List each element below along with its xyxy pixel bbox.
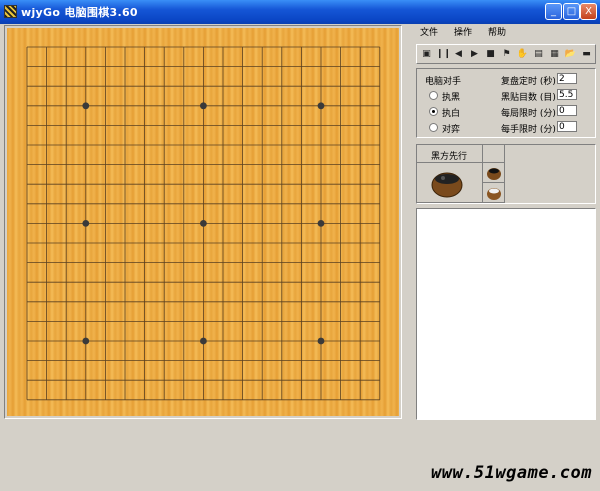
replay-timer-field[interactable]: 2 (557, 73, 577, 84)
black-bowl-small-cell (483, 163, 505, 183)
star-point (200, 220, 207, 227)
status-header-cell (483, 145, 505, 163)
star-point (82, 220, 90, 227)
window-title: wjyGo 电脑围棋3.60 (21, 6, 138, 19)
settings-panel: 电脑对手 执黑 执白 对弈 复盘定时 (秒) 2 黑贴目数 (目) 5.5 每局… (416, 68, 596, 138)
title-bar[interactable]: wjyGo 电脑围棋3.60 _ □ X (0, 0, 600, 24)
save-icon[interactable]: ▬ (580, 47, 593, 61)
computer-opponent-label: 电脑对手 (425, 77, 462, 87)
maximize-button[interactable]: □ (563, 3, 580, 20)
control-panel: 文件 操作 帮助 ▣ ❙❙ ◀ ▶ ■ ⚑ ✋ ▤ ▦ 📂 ▬ 电脑对手 执黑 … (412, 24, 598, 420)
star-point (317, 102, 325, 110)
flag-icon[interactable]: ⚑ (500, 47, 513, 61)
menu-file[interactable]: 文件 (420, 25, 438, 38)
new-game-icon[interactable]: ▣ (420, 47, 433, 61)
game-time-limit-field[interactable]: 0 (557, 105, 577, 116)
menu-operate[interactable]: 操作 (454, 25, 472, 38)
replay-timer-label: 复盘定时 (秒) (501, 77, 556, 87)
black-bowl-cell (417, 163, 483, 203)
toolbar: ▣ ❙❙ ◀ ▶ ■ ⚑ ✋ ▤ ▦ 📂 ▬ (416, 44, 596, 64)
star-point (82, 337, 90, 345)
star-point (317, 220, 325, 227)
star-point (82, 102, 90, 110)
app-window: wjyGo 电脑围棋3.60 _ □ X 文件 操作 帮助 ▣ ❙❙ ◀ ▶ ■… (0, 0, 600, 491)
open-icon[interactable]: 📂 (564, 47, 577, 61)
move-time-limit-label: 每手限时 (分) (501, 125, 556, 135)
go-board[interactable] (7, 28, 399, 416)
radio-play-black-label: 执黑 (442, 93, 461, 103)
stop-icon[interactable]: ■ (484, 47, 497, 61)
komi-field[interactable]: 5.5 (557, 89, 577, 100)
white-bowl-small-cell (483, 183, 505, 203)
radio-play-white-label: 执白 (442, 109, 461, 119)
menu-bar: 文件 操作 帮助 (412, 24, 598, 38)
first-move-label: 黑方先行 (431, 152, 468, 162)
status-area: www.51wgame.com (0, 421, 600, 491)
app-logo-icon (4, 5, 17, 18)
star-point (200, 337, 207, 345)
black-bowl-small-icon (487, 168, 501, 180)
radio-versus[interactable] (429, 123, 438, 132)
radio-play-black[interactable] (429, 91, 438, 100)
minimize-button[interactable]: _ (545, 3, 562, 20)
play-icon[interactable]: ▶ (468, 47, 481, 61)
back-icon[interactable]: ◀ (452, 47, 465, 61)
close-button[interactable]: X (580, 3, 597, 20)
first-move-cell: 黑方先行 (417, 145, 483, 163)
stone-bowl-icon (431, 172, 463, 198)
folder-icon[interactable]: ▦ (548, 47, 561, 61)
watermark: www.51wgame.com (430, 463, 592, 483)
pause-icon[interactable]: ❙❙ (436, 47, 451, 61)
go-board-frame (4, 25, 402, 419)
game-time-limit-label: 每局限时 (分) (501, 109, 556, 119)
board-grid[interactable] (7, 28, 399, 416)
radio-play-white[interactable] (429, 107, 438, 116)
hint-icon[interactable]: ✋ (516, 47, 529, 61)
radio-versus-label: 对弈 (442, 125, 461, 135)
move-time-limit-field[interactable]: 0 (557, 121, 577, 132)
star-point (200, 102, 207, 110)
game-record-area[interactable] (416, 208, 596, 420)
menu-help[interactable]: 帮助 (488, 25, 506, 38)
white-bowl-small-icon (487, 188, 501, 200)
analyze-icon[interactable]: ▤ (532, 47, 545, 61)
star-point (317, 337, 325, 345)
player-status-table: 黑方先行 (416, 144, 596, 204)
komi-label: 黑贴目数 (目) (501, 93, 556, 103)
